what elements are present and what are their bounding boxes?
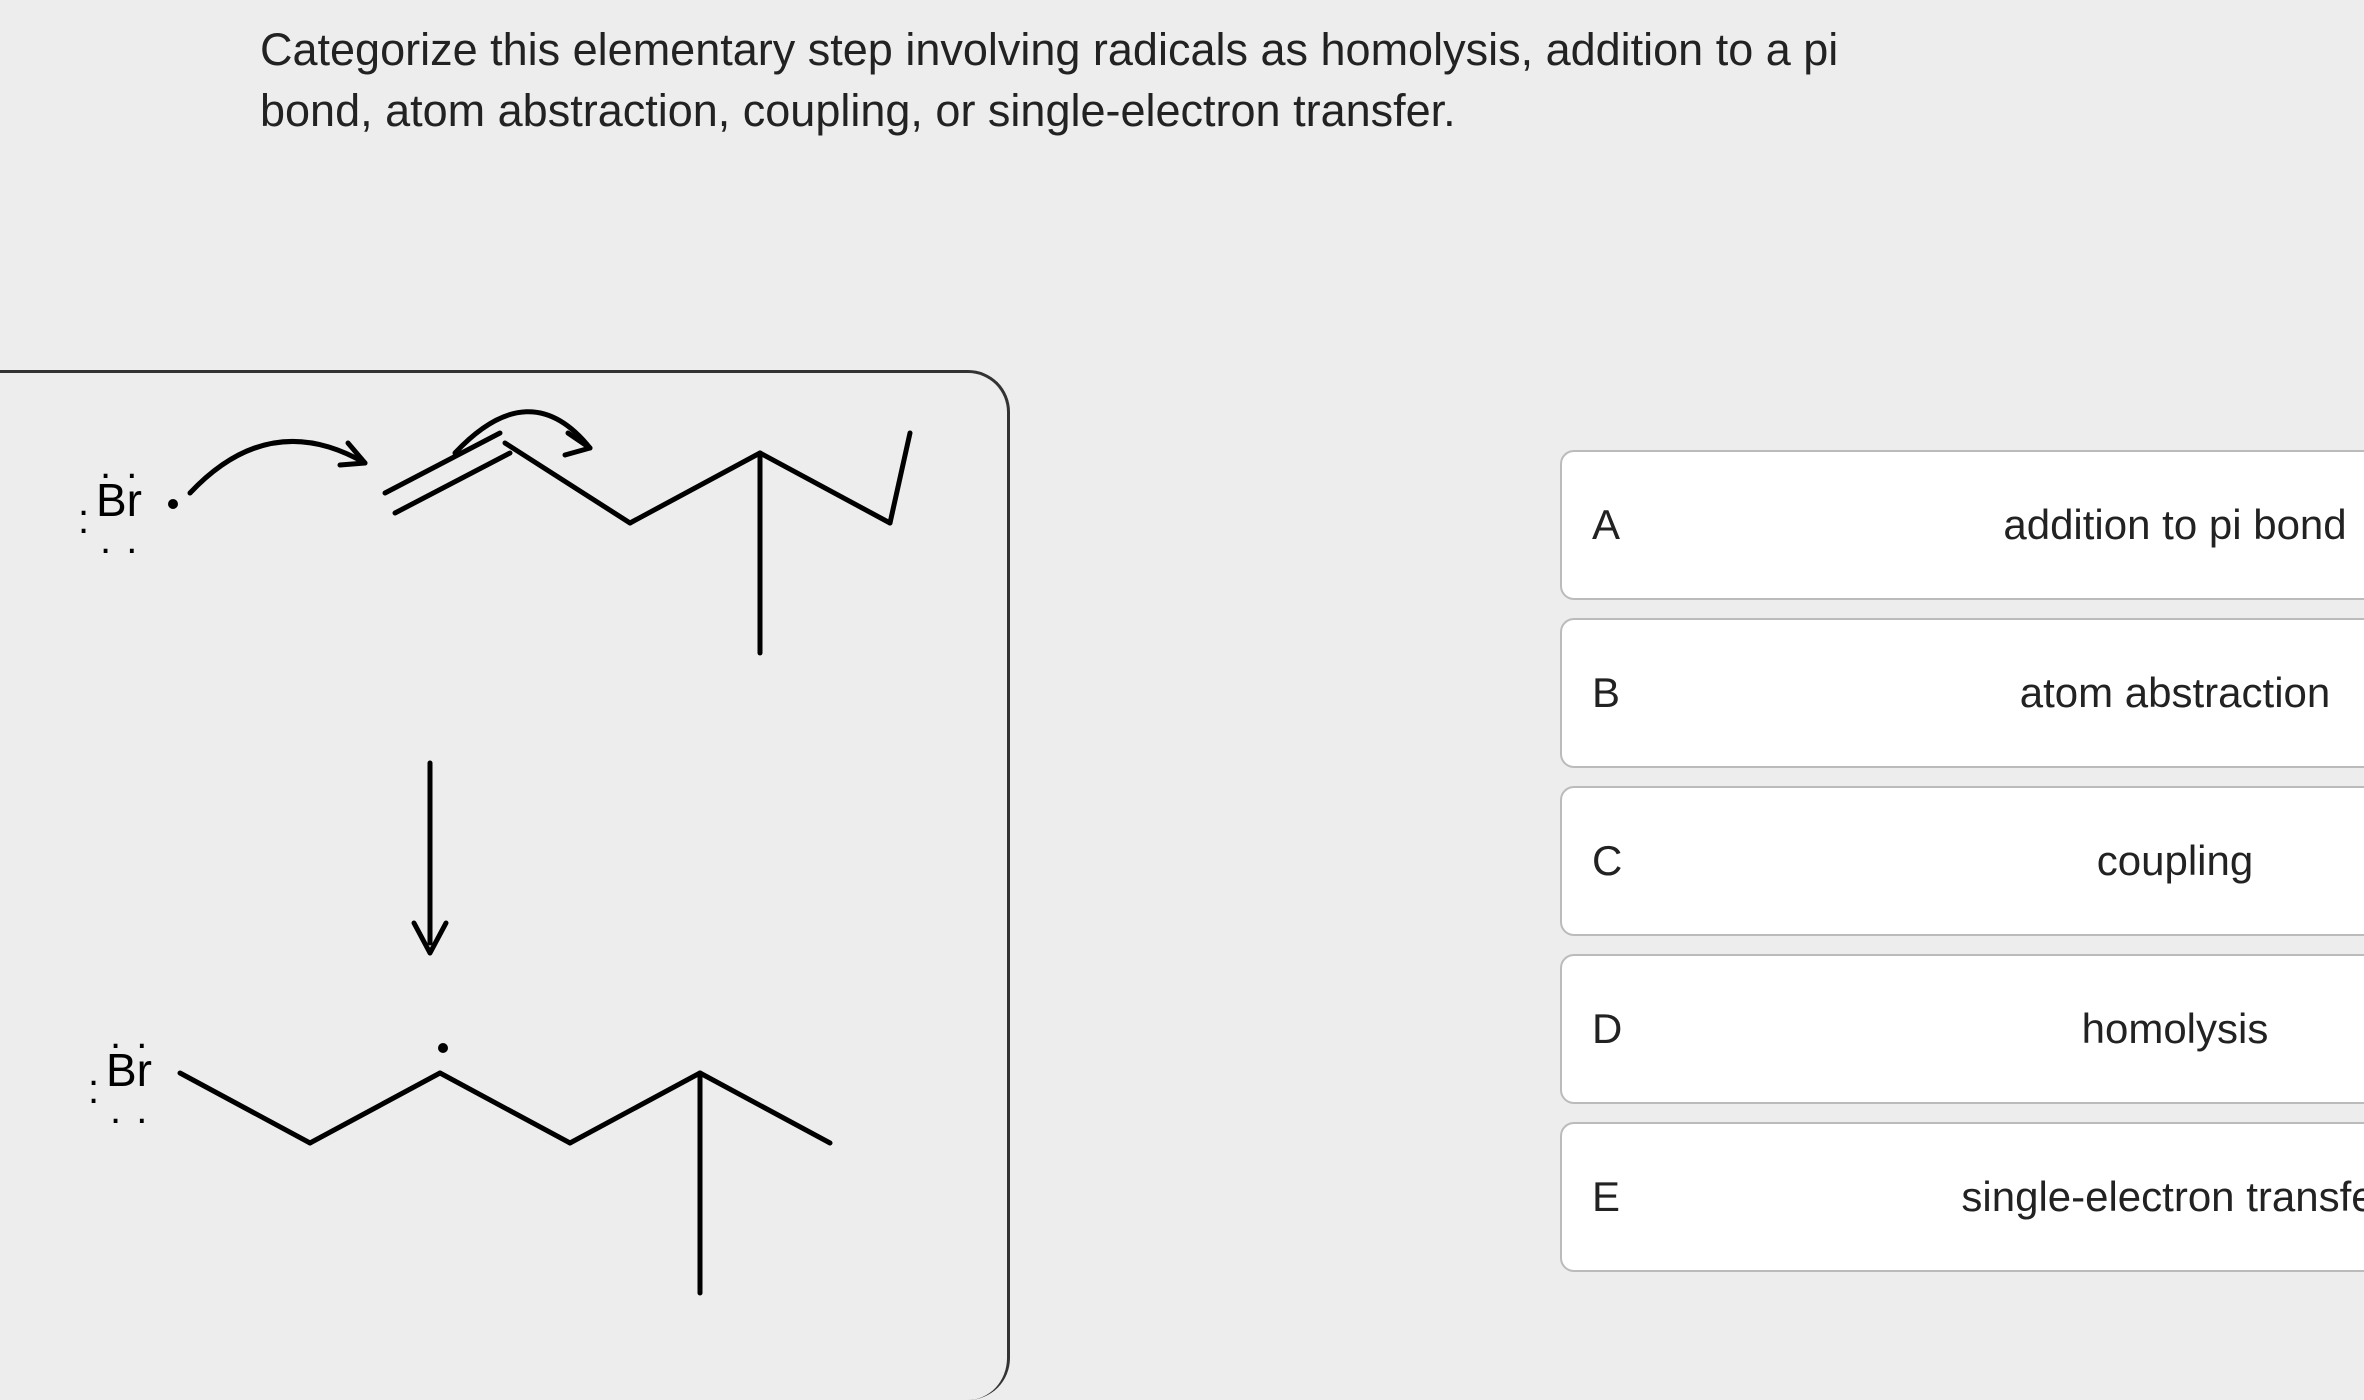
fishhook-arrow-1: [190, 441, 365, 493]
question-text-content: Categorize this elementary step involvin…: [260, 24, 1838, 136]
double-bond-a: [385, 433, 500, 493]
bond-c4-c5: [760, 453, 890, 523]
option-a[interactable]: A addition to pi bond: [1560, 450, 2364, 600]
option-label: atom abstraction: [1562, 669, 2364, 717]
option-letter: A: [1592, 501, 1620, 549]
bond-c4-c5-prod: [700, 1073, 830, 1143]
option-e[interactable]: E single-electron transfer: [1560, 1122, 2364, 1272]
product-radical-dot: [438, 1043, 448, 1053]
option-label: homolysis: [1562, 1005, 2364, 1053]
question-text: Categorize this elementary step involvin…: [260, 20, 1960, 142]
bond-c3-c4-prod: [570, 1073, 700, 1143]
option-letter: D: [1592, 1005, 1622, 1053]
option-label: coupling: [1562, 837, 2364, 885]
bond-br-c1: [180, 1073, 310, 1143]
option-letter: E: [1592, 1173, 1620, 1221]
product-structure: [160, 993, 880, 1323]
reactant-structure: [170, 393, 930, 743]
option-d[interactable]: D homolysis: [1560, 954, 2364, 1104]
option-letter: B: [1592, 669, 1620, 717]
option-letter: C: [1592, 837, 1622, 885]
option-b[interactable]: B atom abstraction: [1560, 618, 2364, 768]
bond-c2-c3-prod: [440, 1073, 570, 1143]
bond-c5-branch: [890, 433, 910, 523]
product-br-lone-pair-bottom: . .: [110, 1088, 149, 1133]
reaction-diagram: . . .. Br . . . . .. Br . .: [0, 370, 1010, 1400]
double-bond-b: [395, 453, 510, 513]
option-label: addition to pi bond: [1562, 501, 2364, 549]
reactant-br-lone-pair-bottom: . .: [100, 518, 139, 563]
reactant-br-lone-pair-left: ..: [78, 493, 89, 529]
reaction-arrow: [400, 753, 460, 963]
bond-c3-c4: [630, 453, 760, 523]
product-br-lone-pair-left: ..: [88, 1063, 99, 1099]
answer-options: A addition to pi bond B atom abstraction…: [1560, 450, 2364, 1272]
bond-c1-c2: [310, 1073, 440, 1143]
option-c[interactable]: C coupling: [1560, 786, 2364, 936]
option-label: single-electron transfer: [1562, 1173, 2364, 1221]
